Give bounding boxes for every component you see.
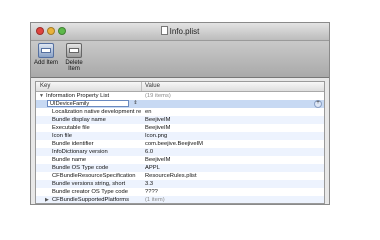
key-cell[interactable]: ▶ CFBundleSupportedPlatforms (36, 196, 142, 203)
value-label: BeejiveIM (145, 125, 171, 131)
table-row[interactable]: Icon file Icon.png (36, 132, 324, 140)
table-header: Key Value (36, 82, 324, 92)
key-cell[interactable]: InfoDictionary version (36, 148, 142, 156)
value-label: APPL (145, 165, 160, 171)
key-cell[interactable]: CFBundleResourceSpecification (36, 172, 142, 180)
key-cell[interactable]: Localization native development re (36, 108, 142, 116)
table-row[interactable]: InfoDictionary version 6.0 (36, 148, 324, 156)
add-item-icon (38, 43, 54, 58)
plist-editor-window: Info.plist Add Item Delete Item Key Valu… (30, 22, 330, 205)
key-cell[interactable]: Bundle identifier (36, 140, 142, 148)
table-row[interactable]: CFBundleResourceSpecification ResourceRul… (36, 172, 324, 180)
value-cell[interactable]: (1 item) (142, 196, 324, 203)
toolbar: Add Item Delete Item (31, 41, 329, 78)
value-cell[interactable]: ???? (142, 188, 324, 196)
key-cell[interactable]: Icon file (36, 132, 142, 140)
key-edit-field[interactable]: UIDeviceFamily (47, 100, 129, 107)
key-label: Bundle versions string, short (52, 181, 126, 187)
table-row[interactable]: Bundle OS Type code APPL (36, 164, 324, 172)
table-row[interactable]: ▶ CFBundleSupportedPlatforms (1 item) (36, 196, 324, 203)
value-label: ???? (145, 189, 158, 195)
value-cell[interactable]: ResourceRules.plist (142, 172, 324, 180)
key-label: Executable file (52, 125, 90, 131)
key-label: CFBundleResourceSpecification (52, 173, 136, 179)
key-label: Icon file (52, 133, 72, 139)
key-label: Bundle name (52, 157, 87, 163)
value-label: Icon.png (145, 133, 168, 139)
value-label: (1 item) (145, 197, 165, 203)
title-bar: Info.plist (31, 23, 329, 41)
key-cell[interactable]: Bundle name (36, 156, 142, 164)
disclosure-collapsed-icon[interactable]: ▶ (45, 196, 52, 203)
key-label: Bundle OS Type code (52, 165, 109, 171)
value-cell[interactable]: BeejiveIM (142, 124, 324, 132)
key-cell[interactable]: Bundle display name (36, 116, 142, 124)
value-cell[interactable]: Icon.png (142, 132, 324, 140)
delete-item-label: Delete Item (65, 60, 83, 72)
value-label: 6.0 (145, 149, 154, 155)
table-row[interactable]: UIDeviceFamily ⇕ + (36, 100, 324, 108)
value-cell[interactable]: com.beejive.BeejiveIM (142, 140, 324, 148)
column-header-value[interactable]: Value (142, 82, 160, 91)
value-cell[interactable]: 3.3 (142, 180, 324, 188)
add-item-button[interactable]: Add Item (33, 43, 59, 66)
value-cell[interactable]: BeejiveIM (142, 116, 324, 124)
key-cell[interactable]: Bundle versions string, short (36, 180, 142, 188)
key-cell[interactable]: UIDeviceFamily ⇕ (36, 100, 142, 108)
key-label: Bundle identifier (52, 141, 94, 147)
delete-item-button[interactable]: Delete Item (61, 43, 87, 72)
table-row[interactable]: Bundle display name BeejiveIM (36, 116, 324, 124)
value-cell[interactable]: en (142, 108, 324, 116)
key-label: Localization native development re (52, 109, 142, 115)
value-label: BeejiveIM (145, 157, 171, 163)
window-title-container: Info.plist (31, 26, 329, 36)
key-cell[interactable]: ▼ Information Property List (36, 92, 142, 100)
key-cell[interactable]: Bundle OS Type code (36, 164, 142, 172)
table-row[interactable]: Bundle creator OS Type code???? (36, 188, 324, 196)
table-row[interactable]: ▼ Information Property List (19 items) (36, 92, 324, 100)
delete-item-icon (66, 43, 82, 58)
column-header-key[interactable]: Key (36, 82, 142, 91)
value-cell[interactable]: BeejiveIM (142, 156, 324, 164)
value-label: com.beejive.BeejiveIM (145, 141, 203, 147)
value-label: en (145, 109, 152, 115)
value-cell[interactable]: (19 items) (142, 92, 324, 100)
value-cell[interactable]: 6.0 (142, 148, 324, 156)
key-label: CFBundleSupportedPlatforms (52, 197, 130, 203)
table-row[interactable]: Bundle identifier com.beejive.BeejiveIM (36, 140, 324, 148)
key-label: Bundle creator OS Type code (52, 189, 128, 195)
value-label: BeejiveIM (145, 117, 171, 123)
key-cell[interactable]: Bundle creator OS Type code (36, 188, 142, 196)
disclosure-expanded-icon[interactable]: ▼ (39, 92, 46, 100)
key-dropdown-stepper-icon[interactable]: ⇕ (132, 100, 139, 107)
add-row-icon[interactable]: + (314, 100, 322, 108)
table-row[interactable]: Executable file BeejiveIM (36, 124, 324, 132)
property-list-table: Key Value ▼ Information Property List (19 … (35, 81, 325, 204)
value-label: 3.3 (145, 181, 154, 187)
value-label: (19 items) (145, 93, 171, 99)
window-title: Info.plist (169, 27, 200, 36)
document-icon (160, 26, 168, 35)
key-cell[interactable]: Executable file (36, 124, 142, 132)
value-cell[interactable]: APPL (142, 164, 324, 172)
add-item-label: Add Item (33, 60, 58, 66)
table-body: ▼ Information Property List (19 items) UIDe… (36, 92, 324, 203)
key-label: Information Property List (46, 93, 110, 99)
table-row[interactable]: Localization native development re en (36, 108, 324, 116)
value-cell[interactable]: + (142, 100, 324, 108)
table-row[interactable]: Bundle versions string, short 3.3 (36, 180, 324, 188)
key-label: InfoDictionary version (52, 149, 108, 155)
value-label: ResourceRules.plist (145, 173, 197, 179)
table-row[interactable]: Bundle name BeejiveIM (36, 156, 324, 164)
key-label: Bundle display name (52, 117, 106, 123)
